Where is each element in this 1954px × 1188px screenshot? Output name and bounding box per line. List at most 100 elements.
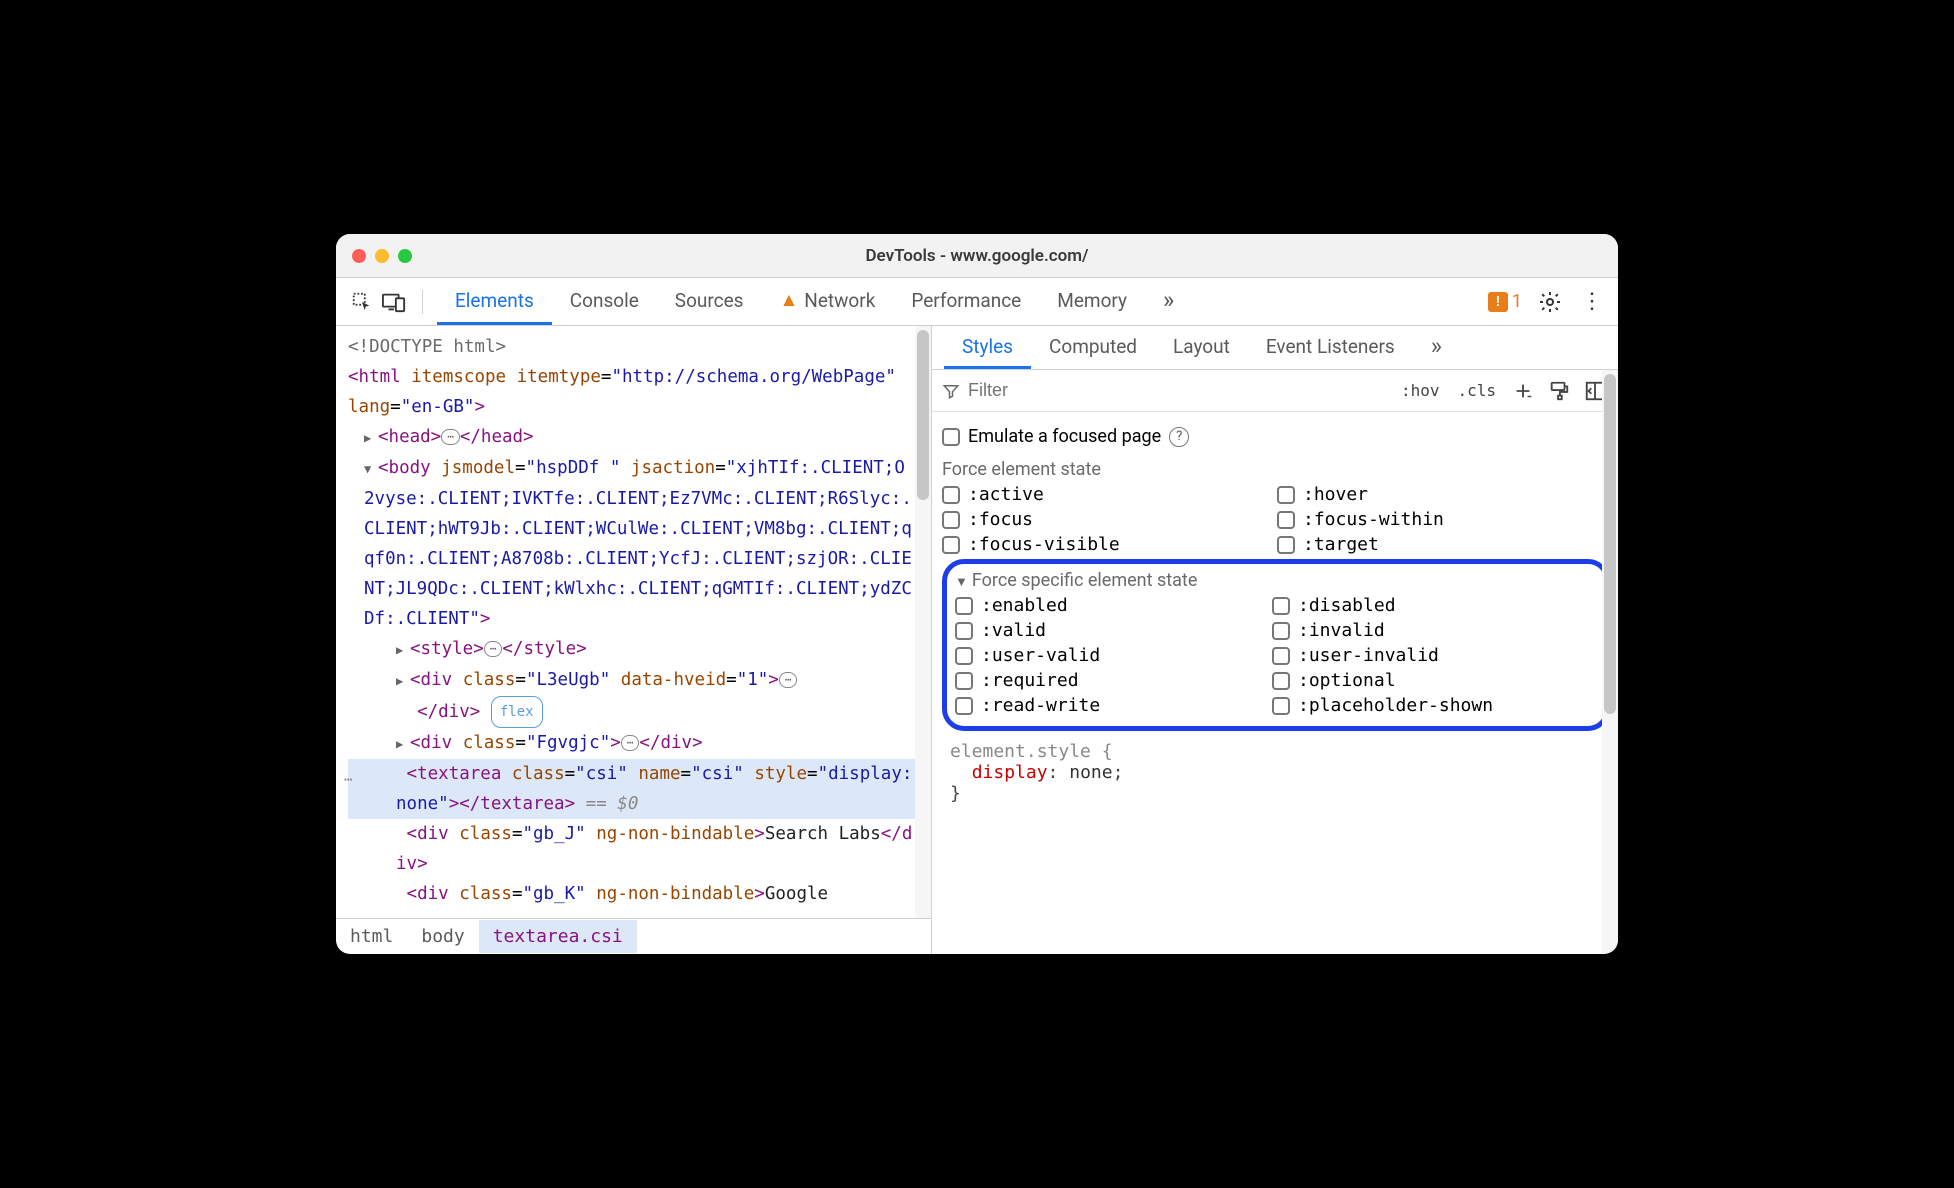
rtab-event-listeners[interactable]: Event Listeners <box>1248 326 1413 369</box>
dom-scrollbar[interactable] <box>915 326 931 918</box>
tab-performance[interactable]: Performance <box>893 278 1039 325</box>
state-target: :target <box>1277 534 1602 555</box>
state-required: :required <box>955 670 1262 691</box>
style-prop[interactable]: display <box>972 762 1048 783</box>
checkbox-hover[interactable] <box>1277 486 1295 504</box>
checkbox-active[interactable] <box>942 486 960 504</box>
settings-icon[interactable] <box>1536 288 1564 316</box>
rtab-layout[interactable]: Layout <box>1155 326 1248 369</box>
dom-div-fgvgjc[interactable]: ▶<div class="Fgvgjc">⋯</div> <box>348 728 931 759</box>
tabs-overflow-button[interactable]: » <box>1145 278 1192 325</box>
styles-scrollbar[interactable] <box>1602 370 1618 954</box>
right-tabs: Styles Computed Layout Event Listeners » <box>932 326 1618 370</box>
state-user-invalid: :user-invalid <box>1272 645 1579 666</box>
inspect-icon[interactable] <box>348 288 376 316</box>
checkbox-invalid[interactable] <box>1272 622 1290 640</box>
styles-scrollbar-thumb[interactable] <box>1604 374 1616 714</box>
style-close: } <box>950 783 1618 804</box>
force-specific-label[interactable]: ▼Force specific element state <box>955 570 1595 595</box>
style-selector: element.style { <box>950 741 1113 762</box>
emulate-focused-checkbox[interactable] <box>942 428 960 446</box>
state-user-valid: :user-valid <box>955 645 1262 666</box>
checkbox-focus-within[interactable] <box>1277 511 1295 529</box>
hov-toggle[interactable]: :hov <box>1397 379 1444 402</box>
force-state-label: Force element state <box>942 451 1618 484</box>
main-toolbar: Elements Console Sources ▲ Network Perfo… <box>336 278 1618 326</box>
dom-textarea-selected[interactable]: ⋯ <textarea class="csi" name="csi" style… <box>348 759 931 819</box>
crumb-textarea[interactable]: textarea.csi <box>479 920 637 953</box>
dom-html-open[interactable]: <html itemscope itemtype="http://schema.… <box>348 362 931 422</box>
dom-div-gbj[interactable]: <div class="gb_J" ng-non-bindable>Search… <box>348 819 931 879</box>
state-focus: :focus <box>942 509 1267 530</box>
dom-tree[interactable]: <!DOCTYPE html> <html itemscope itemtype… <box>336 326 931 918</box>
body-split: <!DOCTYPE html> <html itemscope itemtype… <box>336 326 1618 954</box>
state-active: :active <box>942 484 1267 505</box>
checkbox-placeholder-shown[interactable] <box>1272 697 1290 715</box>
checkbox-optional[interactable] <box>1272 672 1290 690</box>
state-hover: :hover <box>1277 484 1602 505</box>
dom-div-gbk[interactable]: <div class="gb_K" ng-non-bindable>Google <box>348 879 931 909</box>
tab-elements[interactable]: Elements <box>437 278 552 325</box>
elements-panel: <!DOCTYPE html> <html itemscope itemtype… <box>336 326 932 954</box>
state-optional: :optional <box>1272 670 1579 691</box>
checkbox-target[interactable] <box>1277 536 1295 554</box>
state-placeholder-shown: :placeholder-shown <box>1272 695 1579 716</box>
state-read-write: :read-write <box>955 695 1262 716</box>
cls-toggle[interactable]: .cls <box>1453 379 1500 402</box>
filter-icon <box>942 382 960 400</box>
tab-sources[interactable]: Sources <box>657 278 762 325</box>
state-focus-within: :focus-within <box>1277 509 1602 530</box>
style-value[interactable]: none <box>1069 762 1112 783</box>
checkbox-valid[interactable] <box>955 622 973 640</box>
checkbox-read-write[interactable] <box>955 697 973 715</box>
dom-doctype[interactable]: <!DOCTYPE html> <box>348 332 931 362</box>
dom-body-open[interactable]: ▼<body jsmodel="hspDDf " jsaction="xjhTI… <box>348 453 931 634</box>
styles-toolbar: :hov .cls <box>932 370 1618 412</box>
filter-input[interactable] <box>968 380 1387 401</box>
styles-panel: Styles Computed Layout Event Listeners »… <box>932 326 1618 954</box>
warnings-count: 1 <box>1512 291 1522 312</box>
crumb-html[interactable]: html <box>336 920 407 953</box>
filter-wrap <box>942 380 1387 401</box>
element-style-block[interactable]: element.style { display: none; } <box>942 737 1618 804</box>
checkbox-focus-visible[interactable] <box>942 536 960 554</box>
help-icon[interactable]: ? <box>1169 427 1189 447</box>
highlight-force-specific: ▼Force specific element state :enabled :… <box>942 559 1610 731</box>
checkbox-user-valid[interactable] <box>955 647 973 665</box>
new-rule-icon[interactable] <box>1510 378 1536 404</box>
devtools-window: DevTools - www.google.com/ Elements Cons… <box>336 234 1618 954</box>
dom-scrollbar-thumb[interactable] <box>917 330 929 500</box>
flex-badge[interactable]: flex <box>491 696 543 728</box>
rtab-styles[interactable]: Styles <box>944 326 1031 369</box>
tab-memory[interactable]: Memory <box>1039 278 1145 325</box>
checkbox-user-invalid[interactable] <box>1272 647 1290 665</box>
tab-network[interactable]: ▲ Network <box>761 278 893 325</box>
tab-console[interactable]: Console <box>552 278 657 325</box>
warnings-badge[interactable]: ! 1 <box>1488 291 1522 312</box>
crumb-body[interactable]: body <box>407 920 478 953</box>
paint-icon[interactable] <box>1546 378 1572 404</box>
device-toggle-icon[interactable] <box>380 288 408 316</box>
toolbar-right: ! 1 ⋮ <box>1488 288 1606 316</box>
checkbox-required[interactable] <box>955 672 973 690</box>
warning-icon: ! <box>1488 292 1508 312</box>
specific-state-grid: :enabled :disabled :valid :invalid :user… <box>955 595 1595 716</box>
tab-network-label: Network <box>804 289 875 312</box>
right-tabs-overflow[interactable]: » <box>1413 326 1460 369</box>
dom-style[interactable]: ▶<style>⋯</style> <box>348 634 931 665</box>
emulate-focused-row: Emulate a focused page ? <box>942 422 1618 451</box>
main-tabs: Elements Console Sources ▲ Network Perfo… <box>437 278 1484 325</box>
state-focus-visible: :focus-visible <box>942 534 1267 555</box>
warning-triangle-icon: ▲ <box>779 288 798 312</box>
checkbox-enabled[interactable] <box>955 597 973 615</box>
rtab-computed[interactable]: Computed <box>1031 326 1155 369</box>
dom-head[interactable]: ▶<head>⋯</head> <box>348 422 931 453</box>
styles-content: Emulate a focused page ? Force element s… <box>932 412 1618 954</box>
state-valid: :valid <box>955 620 1262 641</box>
breadcrumb: html body textarea.csi <box>336 918 931 954</box>
window-title: DevTools - www.google.com/ <box>336 246 1618 266</box>
checkbox-focus[interactable] <box>942 511 960 529</box>
checkbox-disabled[interactable] <box>1272 597 1290 615</box>
kebab-menu-icon[interactable]: ⋮ <box>1578 288 1606 316</box>
dom-div-l3eugb[interactable]: ▶<div class="L3eUgb" data-hveid="1">⋯ </… <box>348 665 931 728</box>
